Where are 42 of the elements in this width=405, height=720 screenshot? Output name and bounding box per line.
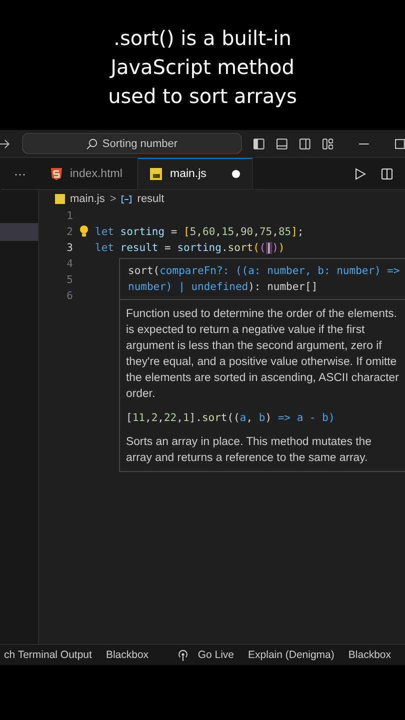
line-number: 5 (66, 274, 73, 286)
js-file-icon (55, 194, 65, 204)
note-text: Sorts an array in place. This method mutates the array and returns a reference to the same array. (126, 435, 372, 466)
line-number: 3 (66, 242, 73, 254)
js-file-icon (150, 168, 162, 180)
description-text: Function used to determine the order of the elements. is expected to return a negative value if the first argument is less than the second argument, zero if they're equal, and a positive value otherwise. If omitte the elements are sorted in ascending, ASCII character order. (126, 307, 399, 402)
caption-text: .sort() is a built-in (114, 24, 292, 52)
lightbulb-icon[interactable] (79, 225, 89, 237)
status-item[interactable]: Blackbox (102, 649, 153, 661)
example-code: [11,2,22,1].sort((a, b) => a - b) (126, 411, 336, 426)
line-number: 1 (66, 210, 73, 222)
breadcrumb-symbol[interactable]: result (137, 193, 164, 205)
caption-text: JavaScript method (110, 54, 294, 80)
breadcrumb-file[interactable]: main.js (70, 193, 105, 205)
sidebar-toggle-icon[interactable] (253, 138, 265, 150)
code-line: let result = sorting.sort((|)) (95, 242, 285, 254)
status-item[interactable]: Go Live (194, 649, 238, 661)
breadcrumb-separator: > (110, 193, 116, 205)
html-file-icon (51, 168, 62, 180)
split-editor-icon[interactable] (381, 168, 393, 180)
forward-arrow-icon[interactable] (0, 138, 10, 148)
signature-text: sort(compareFn?: ((a: number, b: number) => number) | undefined): number[] (120, 259, 405, 300)
line-number: 4 (66, 258, 73, 270)
file-tab[interactable]: main.js (138, 158, 253, 189)
status-item[interactable]: ch Terminal Output (0, 649, 96, 661)
more-actions-button[interactable]: ··· (1, 158, 39, 189)
code-line: let sorting = [5,60,15,90,75,85]; (95, 226, 304, 238)
maximize-icon[interactable] (395, 138, 405, 148)
caption-text: used to sort arrays (108, 82, 297, 110)
search-icon (86, 138, 98, 150)
command-search-field[interactable]: Sorting number (22, 133, 242, 154)
status-item[interactable]: Blackbox (344, 649, 395, 661)
line-number: 6 (66, 290, 73, 302)
layout-grid-icon[interactable] (322, 138, 334, 150)
status-item[interactable]: Explain (Denigma) (244, 649, 338, 661)
line-number: 2 (66, 226, 73, 238)
unsaved-dot-icon (232, 170, 240, 178)
variable-icon (121, 194, 132, 204)
run-icon[interactable] (355, 168, 366, 180)
split-layout-icon[interactable] (298, 138, 311, 150)
panel-toggle-icon[interactable] (276, 138, 288, 150)
broadcast-icon (178, 650, 188, 660)
